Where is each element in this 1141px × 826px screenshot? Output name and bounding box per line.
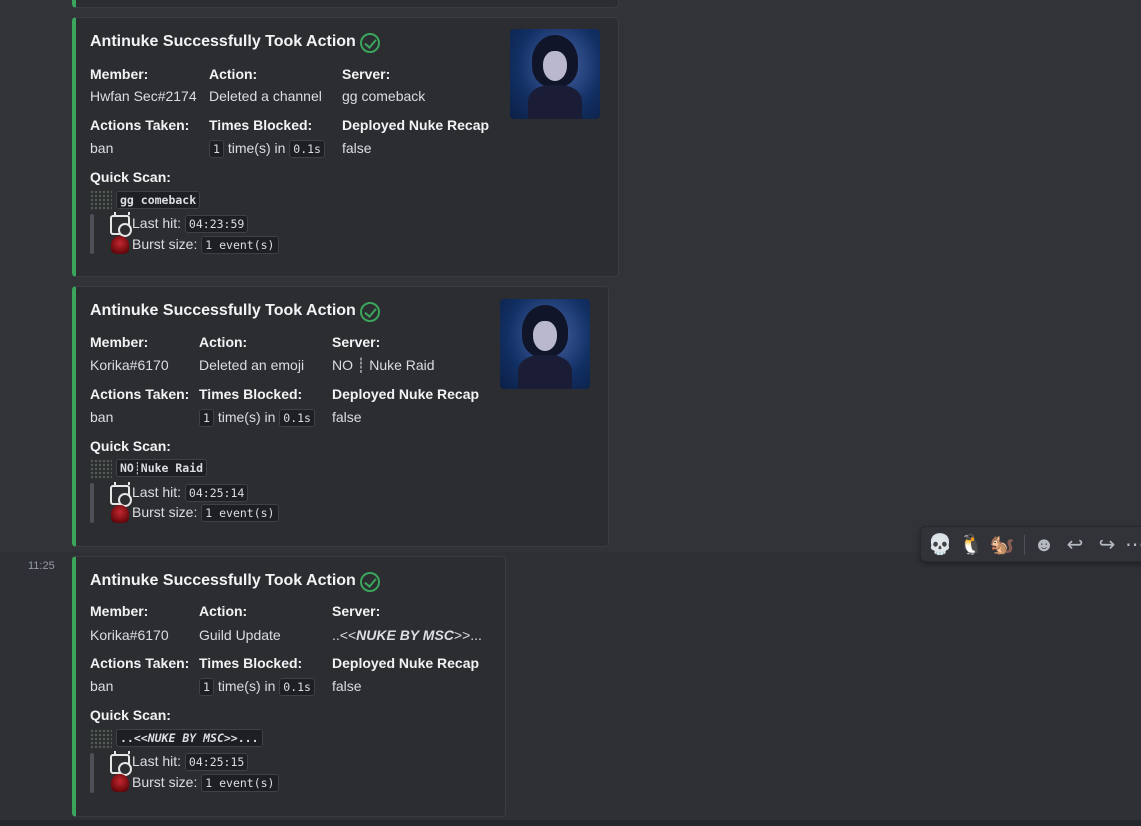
reply-icon[interactable]: ↩ (1061, 531, 1089, 559)
quick-scan-label: Quick Scan: (90, 169, 171, 185)
embed-title: Antinuke Successfully Took Action (90, 32, 380, 53)
recap-label: Deployed Nuke Recap (332, 655, 480, 671)
member-label: Member: (90, 603, 149, 619)
scan-server-name: NO┊Nuke Raid (116, 459, 208, 477)
last-hit-row: Last hit: 04:23:59 (132, 215, 249, 233)
scan-server-name: gg comeback (116, 191, 201, 209)
calendar-clock-icon (110, 751, 132, 776)
times-text: time(s) in (217, 678, 276, 694)
actions-taken-label: Actions Taken: (90, 117, 190, 133)
server-icon (90, 729, 112, 749)
burst-size-row: Burst size: 1 event(s) (132, 236, 279, 254)
reaction-chipmunk-button[interactable]: 🐿️ (988, 531, 1016, 559)
member-value: Korika#6170 (90, 627, 169, 643)
times-text: time(s) in (217, 409, 276, 425)
quick-scan-label: Quick Scan: (90, 707, 171, 723)
more-icon[interactable]: ⋯ (1121, 531, 1141, 559)
embed-title-text: Antinuke Successfully Took Action (90, 302, 356, 319)
server-label: Server: (342, 66, 391, 82)
server-icon (90, 459, 112, 479)
times-text: time(s) in (227, 140, 286, 156)
times-blocked-label: Times Blocked: (199, 655, 303, 671)
calendar-clock-icon (110, 482, 132, 507)
antinuke-embed-1: Antinuke Successfully Took Action Member… (72, 17, 619, 277)
times-blocked-value: 1 time(s) in 0.1s (209, 140, 325, 158)
reaction-penguin-button[interactable]: 🐧 (957, 531, 985, 559)
actions-taken-label: Actions Taken: (90, 655, 190, 671)
times-duration: 0.1s (289, 140, 325, 158)
bottom-divider (0, 820, 1141, 826)
recap-value: false (332, 409, 362, 425)
antinuke-embed-3: Antinuke Successfully Took Action Member… (72, 556, 506, 817)
toolbar-divider (1024, 535, 1025, 555)
embed-title-text: Antinuke Successfully Took Action (90, 33, 356, 50)
quote-bar (90, 214, 94, 254)
times-count: 1 (199, 409, 214, 427)
recap-label: Deployed Nuke Recap (332, 386, 480, 402)
check-circle-icon (359, 33, 380, 53)
action-label: Action: (209, 66, 258, 82)
embed-title: Antinuke Successfully Took Action (90, 571, 380, 592)
burst-icon (111, 774, 129, 792)
actions-taken-label: Actions Taken: (90, 386, 190, 402)
scan-server-name: ..<<NUKE BY MSC>>... (116, 729, 263, 747)
quick-scan-label: Quick Scan: (90, 438, 171, 454)
burst-size-row: Burst size: 1 event(s) (132, 774, 279, 792)
message-timestamp[interactable]: 11:25 (28, 560, 55, 572)
times-blocked-value: 1 time(s) in 0.1s (199, 409, 315, 427)
action-value: Guild Update (199, 627, 281, 643)
last-hit-row: Last hit: 04:25:14 (132, 484, 249, 502)
action-label: Action: (199, 334, 248, 350)
times-duration: 0.1s (279, 678, 315, 696)
embed-thumbnail[interactable] (500, 299, 590, 389)
check-circle-icon (359, 302, 380, 322)
embed-title: Antinuke Successfully Took Action (90, 301, 380, 322)
action-value: Deleted an emoji (199, 357, 305, 373)
server-label: Server: (332, 334, 381, 350)
embed-thumbnail[interactable] (510, 29, 600, 119)
times-blocked-label: Times Blocked: (199, 386, 303, 402)
action-label: Action: (199, 603, 248, 619)
reaction-skull-button[interactable]: 💀 (926, 531, 954, 559)
burst-icon (111, 236, 129, 254)
server-value: NO ┊ Nuke Raid (332, 357, 435, 373)
times-duration: 0.1s (279, 409, 315, 427)
embed-title-text: Antinuke Successfully Took Action (90, 572, 356, 589)
actions-taken-value: ban (90, 409, 114, 425)
add-reaction-icon[interactable]: ☻ (1030, 531, 1058, 559)
server-value: ..<<NUKE BY MSC>>... (332, 627, 482, 643)
antinuke-embed-2: Antinuke Successfully Took Action Member… (72, 286, 609, 547)
member-label: Member: (90, 66, 149, 82)
check-circle-icon (359, 572, 380, 592)
server-icon (90, 190, 112, 210)
recap-label: Deployed Nuke Recap (342, 117, 490, 133)
recap-value: false (342, 140, 372, 156)
last-hit-row: Last hit: 04:25:15 (132, 753, 249, 771)
times-count: 1 (209, 140, 224, 158)
server-value: gg comeback (342, 88, 426, 104)
action-value: Deleted a channel (209, 88, 322, 104)
actions-taken-value: ban (90, 678, 114, 694)
actions-taken-value: ban (90, 140, 114, 156)
recap-value: false (332, 678, 362, 694)
burst-icon (111, 505, 129, 523)
burst-size-row: Burst size: 1 event(s) (132, 504, 279, 522)
forward-icon[interactable]: ↪ (1093, 531, 1121, 559)
server-label: Server: (332, 603, 381, 619)
calendar-clock-icon (110, 212, 132, 237)
times-count: 1 (199, 678, 214, 696)
previous-embed-bottom (72, 0, 619, 8)
member-label: Member: (90, 334, 149, 350)
times-blocked-label: Times Blocked: (209, 117, 313, 133)
quote-bar (90, 483, 94, 523)
member-value: Hwfan Sec#2174 (90, 88, 197, 104)
message-action-toolbar: 💀 🐧 🐿️ ☻ ↩ ↪ ⋯ (920, 526, 1141, 562)
member-value: Korika#6170 (90, 357, 169, 373)
times-blocked-value: 1 time(s) in 0.1s (199, 678, 315, 696)
quote-bar (90, 753, 94, 793)
